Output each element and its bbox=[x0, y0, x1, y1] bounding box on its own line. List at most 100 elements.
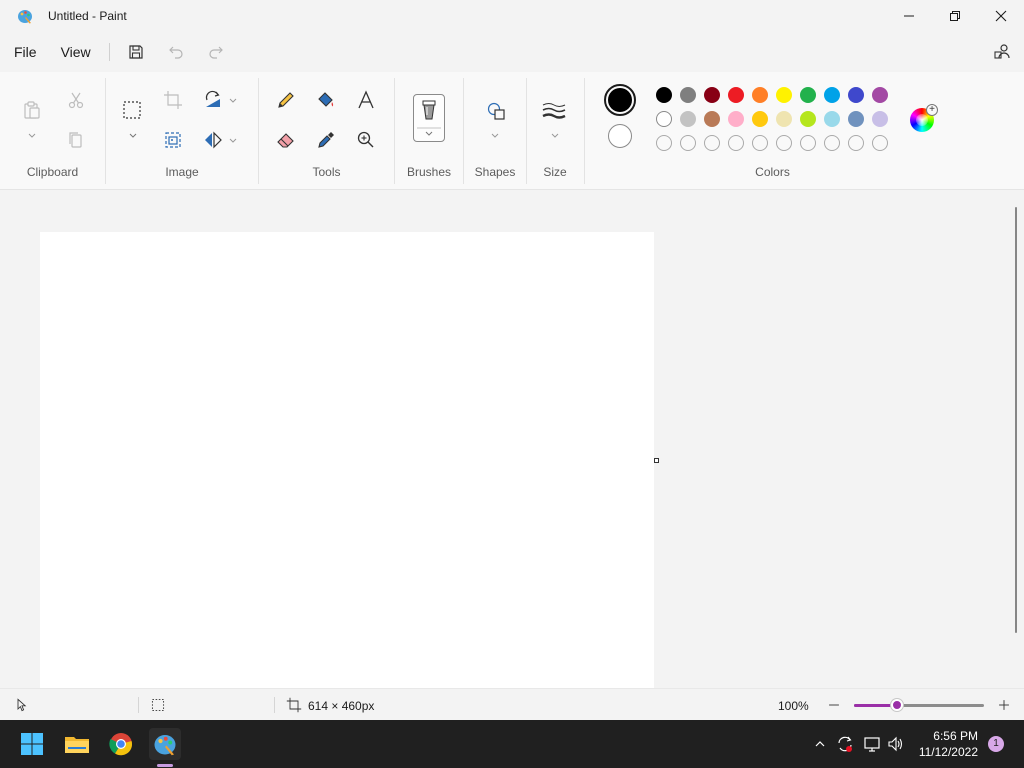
brush-icon bbox=[417, 100, 441, 136]
palette-color-swatch[interactable] bbox=[704, 87, 720, 103]
zoom-out-button[interactable] bbox=[822, 693, 846, 717]
close-button[interactable] bbox=[978, 0, 1024, 32]
palette-color-swatch[interactable] bbox=[776, 87, 792, 103]
status-bar: 614 × 460px 100% bbox=[0, 688, 1024, 720]
shapes-group: Shapes bbox=[464, 72, 526, 190]
custom-color-slot[interactable] bbox=[824, 135, 840, 151]
select-button[interactable] bbox=[120, 98, 144, 122]
eraser-icon bbox=[277, 133, 294, 148]
undo-button[interactable] bbox=[156, 36, 196, 68]
custom-color-slot[interactable] bbox=[800, 135, 816, 151]
palette-color-swatch[interactable] bbox=[848, 87, 864, 103]
start-button[interactable] bbox=[16, 728, 48, 760]
flip-icon bbox=[205, 131, 222, 149]
network-button[interactable] bbox=[862, 734, 882, 754]
palette-color-swatch[interactable] bbox=[848, 111, 864, 127]
palette-color-swatch[interactable] bbox=[728, 87, 744, 103]
shapes-label: Shapes bbox=[474, 165, 516, 179]
palette-color-swatch[interactable] bbox=[776, 111, 792, 127]
copy-button[interactable] bbox=[64, 128, 88, 152]
save-icon bbox=[129, 45, 143, 59]
sync-status-button[interactable] bbox=[835, 734, 855, 754]
custom-color-slot[interactable] bbox=[656, 135, 672, 151]
cut-icon bbox=[68, 92, 84, 109]
crop-button[interactable] bbox=[161, 88, 185, 112]
flip-button[interactable] bbox=[201, 128, 225, 152]
primary-color[interactable] bbox=[604, 84, 636, 116]
rectangle-select-icon bbox=[123, 101, 141, 119]
drawing-canvas[interactable] bbox=[40, 232, 654, 688]
fill-button[interactable] bbox=[314, 88, 338, 112]
size-button[interactable] bbox=[542, 99, 566, 123]
palette-color-swatch[interactable] bbox=[680, 111, 696, 127]
palette-color-swatch[interactable] bbox=[704, 111, 720, 127]
rotate-icon bbox=[205, 90, 220, 107]
share-button[interactable] bbox=[990, 40, 1014, 64]
volume-button[interactable] bbox=[886, 734, 906, 754]
chrome-button[interactable] bbox=[105, 728, 137, 760]
magnifier-button[interactable] bbox=[354, 128, 378, 152]
colors-group: Colors bbox=[585, 72, 960, 190]
pencil-button[interactable] bbox=[274, 88, 298, 112]
chevron-down-icon[interactable] bbox=[490, 130, 500, 140]
canvas-resize-handle[interactable] bbox=[654, 458, 659, 463]
size-label: Size bbox=[543, 165, 567, 179]
zoom-in-button[interactable] bbox=[992, 693, 1016, 717]
title-bar: Untitled - Paint bbox=[0, 0, 1024, 32]
paste-button[interactable] bbox=[20, 98, 44, 122]
minimize-button[interactable] bbox=[886, 0, 932, 32]
notification-badge[interactable]: 1 bbox=[988, 736, 1004, 752]
chevron-down-icon[interactable] bbox=[228, 95, 238, 105]
palette-color-swatch[interactable] bbox=[824, 87, 840, 103]
palette-color-swatch[interactable] bbox=[872, 87, 888, 103]
chevron-down-icon[interactable] bbox=[27, 130, 37, 140]
add-color-icon[interactable]: + bbox=[926, 104, 938, 116]
chevron-down-icon[interactable] bbox=[228, 135, 238, 145]
custom-color-slot[interactable] bbox=[872, 135, 888, 151]
custom-color-slot[interactable] bbox=[680, 135, 696, 151]
palette-color-swatch[interactable] bbox=[800, 111, 816, 127]
palette-color-swatch[interactable] bbox=[800, 87, 816, 103]
restore-button[interactable] bbox=[932, 0, 978, 32]
palette-color-swatch[interactable] bbox=[680, 87, 696, 103]
colors-label: Colors bbox=[755, 165, 790, 179]
zoom-slider[interactable] bbox=[854, 704, 984, 707]
paint-taskbar-button[interactable] bbox=[149, 728, 181, 760]
color-picker-button[interactable] bbox=[314, 128, 338, 152]
chevron-down-icon[interactable] bbox=[550, 130, 560, 140]
zoom-slider-thumb[interactable] bbox=[891, 699, 903, 711]
palette-color-swatch[interactable] bbox=[752, 87, 768, 103]
show-hidden-icons-button[interactable] bbox=[810, 734, 830, 754]
secondary-color[interactable] bbox=[608, 124, 632, 148]
custom-color-slot[interactable] bbox=[848, 135, 864, 151]
brushes-button[interactable] bbox=[413, 94, 445, 142]
menu-file[interactable]: File bbox=[2, 36, 49, 68]
custom-color-slot[interactable] bbox=[704, 135, 720, 151]
palette-color-swatch[interactable] bbox=[872, 111, 888, 127]
eraser-button[interactable] bbox=[274, 128, 298, 152]
resize-button[interactable] bbox=[161, 128, 185, 152]
text-button[interactable] bbox=[354, 88, 378, 112]
menu-view[interactable]: View bbox=[49, 36, 103, 68]
file-explorer-button[interactable] bbox=[61, 728, 93, 760]
palette-color-swatch[interactable] bbox=[656, 87, 672, 103]
active-app-indicator bbox=[157, 764, 173, 767]
chevron-down-icon[interactable] bbox=[128, 130, 138, 140]
palette-color-swatch[interactable] bbox=[824, 111, 840, 127]
system-clock[interactable]: 6:56 PM 11/12/2022 bbox=[919, 728, 978, 760]
custom-color-slot[interactable] bbox=[728, 135, 744, 151]
redo-button[interactable] bbox=[196, 36, 236, 68]
shapes-button[interactable] bbox=[484, 99, 508, 123]
palette-color-swatch[interactable] bbox=[752, 111, 768, 127]
palette-color-swatch[interactable] bbox=[656, 111, 672, 127]
zoom-level-label[interactable]: 100% bbox=[778, 699, 809, 713]
rotate-button[interactable] bbox=[201, 88, 225, 112]
primary-color-swatch bbox=[608, 88, 632, 112]
cut-button[interactable] bbox=[64, 88, 88, 112]
stroke-size-icon bbox=[542, 103, 566, 119]
save-button[interactable] bbox=[116, 36, 156, 68]
custom-color-slot[interactable] bbox=[776, 135, 792, 151]
palette-color-swatch[interactable] bbox=[728, 111, 744, 127]
custom-color-slot[interactable] bbox=[752, 135, 768, 151]
vertical-scrollbar[interactable] bbox=[1015, 207, 1017, 633]
